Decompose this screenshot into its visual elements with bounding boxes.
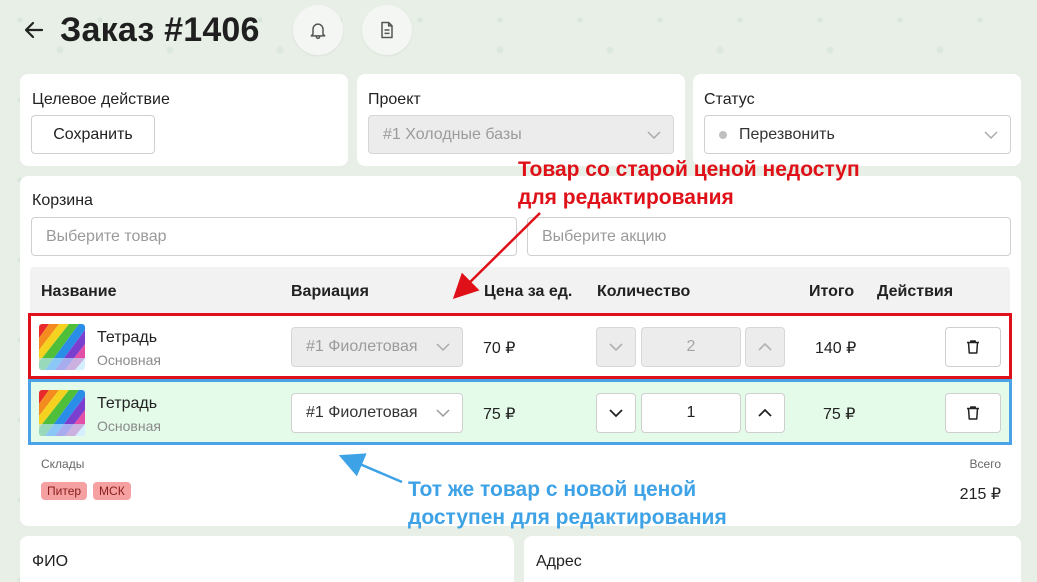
document-icon	[381, 21, 393, 39]
column-price: Цена за ед.	[484, 283, 573, 300]
delete-button[interactable]	[945, 327, 1001, 367]
product-name: Тетрадь	[97, 329, 158, 346]
notifications-button[interactable]	[293, 5, 343, 55]
annotation-old-line2: для редактирования	[518, 186, 734, 209]
variation-value: #1 Фиолетовая	[306, 338, 418, 355]
annotation-new-line1: Тот же товар с новой ценой	[408, 478, 697, 501]
row-total: 140 ₽	[815, 340, 857, 357]
quantity-increase-button[interactable]	[745, 393, 785, 433]
target-action-label: Целевое действие	[32, 91, 170, 108]
product-image	[39, 390, 85, 436]
warehouses-label: Склады	[41, 457, 85, 471]
quantity-increase-button	[745, 327, 785, 367]
quantity-decrease-button[interactable]	[596, 393, 636, 433]
status-card: Статус Перезвонить	[693, 74, 1021, 166]
status-select[interactable]: Перезвонить	[704, 115, 1011, 154]
quantity-field[interactable]: 1	[641, 393, 741, 433]
product-name: Тетрадь	[97, 395, 158, 412]
chevron-up-icon	[758, 342, 772, 351]
row-total: 75 ₽	[823, 406, 856, 423]
warehouse-tag: Питер	[41, 482, 88, 500]
cart-label: Корзина	[32, 192, 93, 209]
address-card: Адрес	[524, 536, 1021, 582]
chevron-down-icon	[609, 409, 623, 418]
trash-icon	[967, 406, 979, 420]
annotation-old-line1: Товар со старой ценой недоступ	[518, 158, 860, 181]
status-label: Статус	[704, 91, 755, 108]
page-title: Заказ #1406	[60, 10, 260, 49]
product-subtitle: Основная	[97, 418, 161, 434]
column-total: Итого	[809, 283, 855, 300]
page-header: Заказ #1406	[20, 8, 260, 52]
column-variation: Вариация	[291, 283, 369, 300]
column-quantity: Количество	[597, 283, 691, 300]
table-row: Тетрадь Основная #1 Фиолетовая 70 ₽ 2 14…	[28, 313, 1012, 379]
project-card: Проект #1 Холодные базы	[357, 74, 685, 166]
promo-select-input[interactable]: Выберите акцию	[527, 217, 1011, 256]
warehouse-tag: МСК	[93, 482, 131, 500]
document-button[interactable]	[362, 5, 412, 55]
chevron-down-icon	[647, 130, 661, 139]
total-value: 215 ₽	[959, 486, 1001, 503]
project-select-value: #1 Холодные базы	[383, 125, 522, 143]
project-select: #1 Холодные базы	[368, 115, 674, 154]
target-action-card: Целевое действие Сохранить	[20, 74, 348, 166]
variation-value: #1 Фиолетовая	[306, 404, 418, 421]
quantity-decrease-button	[596, 327, 636, 367]
fio-label: ФИО	[32, 553, 69, 570]
column-actions: Действия	[877, 283, 954, 300]
save-button[interactable]: Сохранить	[31, 115, 155, 154]
total-label: Всего	[969, 457, 1001, 471]
column-name: Название	[41, 283, 117, 300]
chevron-down-icon	[436, 409, 450, 418]
unit-price: 70 ₽	[483, 340, 516, 357]
warehouse-tags: Питер МСК	[41, 482, 137, 500]
chevron-up-icon	[758, 408, 772, 417]
arrow-left-icon	[24, 21, 44, 39]
product-image	[39, 324, 85, 370]
project-label: Проект	[368, 91, 421, 108]
back-button[interactable]	[20, 16, 48, 44]
status-select-value: Перезвонить	[739, 125, 835, 143]
bell-icon	[310, 23, 326, 40]
cart-card: Корзина Выберите товар Выберите акцию На…	[20, 176, 1021, 526]
fio-card: ФИО	[20, 536, 514, 582]
unit-price: 75 ₽	[483, 406, 516, 423]
delete-button[interactable]	[945, 393, 1001, 433]
chevron-down-icon	[984, 130, 998, 139]
product-search-input[interactable]: Выберите товар	[31, 217, 517, 256]
table-row: Тетрадь Основная #1 Фиолетовая 75 ₽ 1 75…	[28, 379, 1012, 445]
status-dot	[719, 131, 727, 139]
trash-icon	[967, 340, 979, 354]
product-subtitle: Основная	[97, 352, 161, 368]
variation-select: #1 Фиолетовая	[291, 327, 463, 367]
quantity-field: 2	[641, 327, 741, 367]
chevron-down-icon	[436, 343, 450, 352]
variation-select[interactable]: #1 Фиолетовая	[291, 393, 463, 433]
annotation-new-price: Тот же товар с новой ценой доступен для …	[408, 476, 727, 532]
address-label: Адрес	[536, 553, 582, 570]
chevron-down-icon	[609, 343, 623, 352]
annotation-new-line2: доступен для редактирования	[408, 506, 727, 529]
cart-table-header: Название Вариация Цена за ед. Количество…	[30, 267, 1010, 315]
annotation-old-price: Товар со старой ценой недоступ для редак…	[518, 156, 860, 212]
